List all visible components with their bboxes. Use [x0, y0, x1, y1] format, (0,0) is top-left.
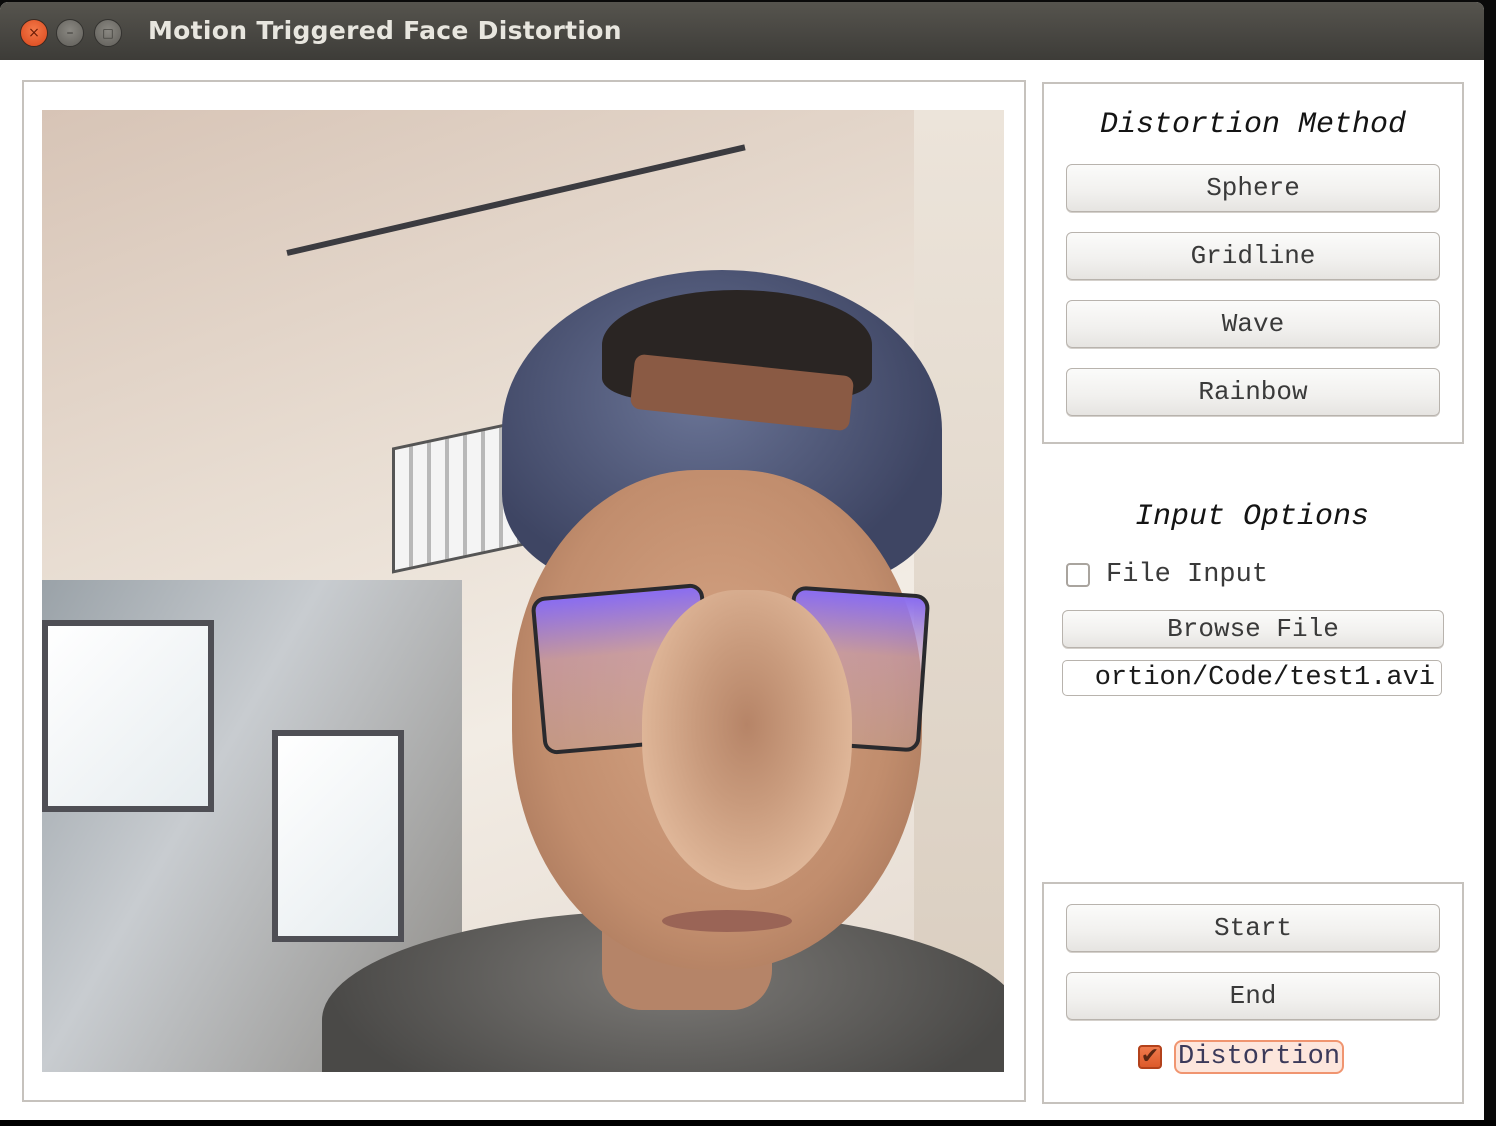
file-input-checkbox[interactable] [1066, 563, 1090, 587]
background-wall [914, 110, 1004, 1072]
gridline-button[interactable]: Gridline [1066, 232, 1440, 280]
title-bar[interactable]: × – □ Motion Triggered Face Distortion [0, 2, 1484, 60]
distortion-label: Distortion [1174, 1040, 1345, 1074]
maximize-window-button[interactable]: □ [94, 19, 122, 47]
desktop-background-terminal [0, 1120, 1496, 1126]
app-window: × – □ Motion Triggered Face Distortion D… [0, 2, 1484, 1120]
distortion-checkbox[interactable]: ✔ [1138, 1045, 1162, 1069]
distorted-nose [642, 590, 852, 890]
file-input-checkbox-row[interactable]: File Input [1066, 560, 1268, 590]
video-frame [22, 80, 1026, 1102]
end-button[interactable]: End [1066, 972, 1440, 1020]
window-pane [272, 730, 404, 942]
input-options-section: Input Options File Input Browse File ort… [1042, 480, 1462, 720]
browse-file-button[interactable]: Browse File [1062, 610, 1444, 648]
minimize-window-button[interactable]: – [56, 19, 84, 47]
distortion-checkbox-row[interactable]: ✔ Distortion [1138, 1040, 1345, 1074]
distortion-method-title: Distortion Method [1099, 108, 1407, 142]
wave-button[interactable]: Wave [1066, 300, 1440, 348]
distortion-method-group: Distortion Method Sphere Gridline Wave R… [1042, 82, 1464, 444]
close-icon: × [28, 25, 40, 41]
sphere-button[interactable]: Sphere [1066, 164, 1440, 212]
checkmark-icon: ✔ [1140, 1044, 1160, 1069]
ceiling-light-fixture [286, 144, 746, 256]
window-title: Motion Triggered Face Distortion [148, 16, 622, 45]
maximize-icon: □ [102, 26, 114, 40]
window-pane [42, 620, 214, 812]
playback-controls-group: Start End ✔ Distortion [1042, 882, 1464, 1104]
mouth [662, 910, 792, 932]
file-path-value: ortion/Code/test1.avi [1094, 663, 1435, 693]
rainbow-button[interactable]: Rainbow [1066, 368, 1440, 416]
webcam-video-feed [42, 110, 1004, 1072]
file-input-label: File Input [1106, 560, 1269, 590]
close-window-button[interactable]: × [20, 19, 48, 47]
input-options-title: Input Options [1134, 500, 1370, 534]
file-path-input[interactable]: ortion/Code/test1.avi [1062, 660, 1442, 696]
minimize-icon: – [66, 25, 74, 41]
start-button[interactable]: Start [1066, 904, 1440, 952]
main-content: Distortion Method Sphere Gridline Wave R… [0, 60, 1484, 1120]
